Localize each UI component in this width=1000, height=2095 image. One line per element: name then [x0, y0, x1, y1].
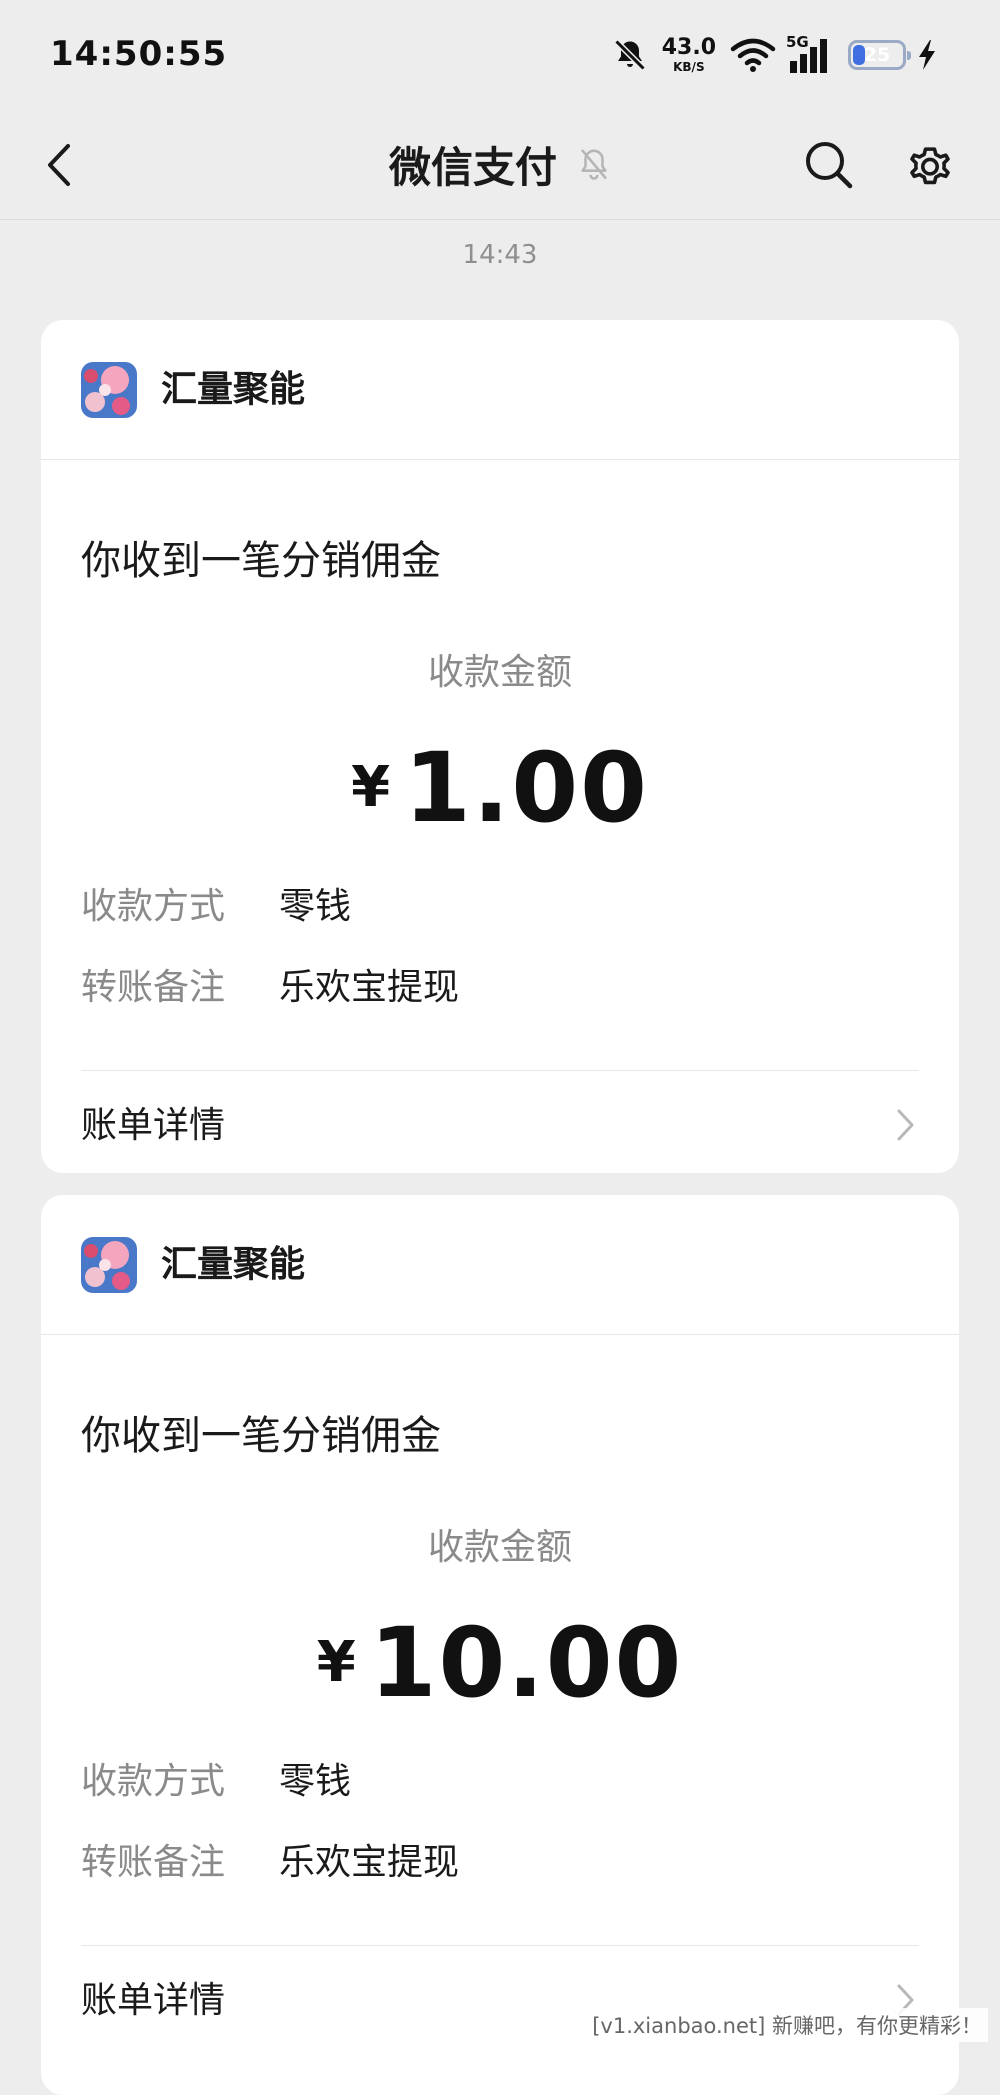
search-icon — [806, 142, 853, 189]
payment-notification-card[interactable]: 汇量聚能 你收到一笔分销佣金 收款金额 ¥ 10.00 收款方式 零钱 转账备注… — [41, 1195, 959, 2095]
network-speed-unit: KB/S — [673, 60, 705, 74]
notification-title: 你收到一笔分销佣金 — [81, 1413, 441, 1459]
amount: ¥ 10.00 — [41, 1615, 959, 1711]
back-button[interactable] — [34, 138, 84, 192]
transfer-note-value: 乐欢宝提现 — [279, 1842, 460, 1883]
bill-details-link[interactable]: 账单详情 — [81, 1070, 919, 1173]
battery-tip — [907, 51, 911, 60]
payment-notification-card[interactable]: 汇量聚能 你收到一笔分销佣金 收款金额 ¥ 1.00 收款方式 零钱 转账备注 … — [41, 320, 959, 1173]
amount-label: 收款金额 — [427, 652, 572, 693]
card-header[interactable]: 汇量聚能 — [41, 1195, 959, 1335]
payment-method-value: 零钱 — [279, 886, 352, 927]
battery-icon: 25 — [848, 40, 911, 70]
merchant-name: 汇量聚能 — [161, 1244, 306, 1285]
merchant-name: 汇量聚能 — [161, 369, 306, 410]
amount: ¥ 1.00 — [41, 740, 959, 836]
status-bar: 14:50:55 43.0 KB/S 5G 25 — [0, 0, 1000, 110]
merchant-avatar — [81, 1237, 137, 1293]
status-icons: 43.0 KB/S 5G 25 — [612, 30, 938, 80]
page-title: 微信支付 — [388, 143, 557, 192]
currency-symbol: ¥ — [316, 1630, 356, 1695]
gear-icon — [910, 147, 950, 185]
amount-value: 10.00 — [369, 1607, 684, 1719]
bill-details-label: 账单详情 — [81, 1105, 226, 1146]
payment-method-label: 收款方式 — [81, 886, 226, 927]
transfer-note-label: 转账备注 — [81, 1842, 226, 1883]
merchant-avatar — [81, 362, 137, 418]
amount-value: 1.00 — [404, 732, 649, 844]
amount-label: 收款金额 — [427, 1527, 572, 1568]
message-timestamp: 14:43 — [462, 240, 538, 270]
network-speed: 43.0 KB/S — [661, 35, 716, 74]
search-button[interactable] — [800, 136, 858, 194]
payment-method-label: 收款方式 — [81, 1761, 226, 1802]
chevron-right-icon — [897, 1109, 914, 1141]
signal-icon: 5G — [786, 33, 832, 75]
watermark: [v1.xianbao.net] 新赚吧，有你更精彩！ — [586, 2008, 988, 2042]
network-speed-value: 43.0 — [661, 35, 716, 60]
wifi-icon — [730, 37, 776, 73]
currency-symbol: ¥ — [351, 755, 391, 820]
card-header[interactable]: 汇量聚能 — [41, 320, 959, 460]
mute-bell-icon — [577, 146, 611, 184]
transfer-note-value: 乐欢宝提现 — [279, 967, 460, 1008]
settings-button[interactable] — [900, 136, 960, 196]
battery-level: 25 — [863, 44, 891, 66]
payment-method-value: 零钱 — [279, 1761, 352, 1802]
bill-details-label: 账单详情 — [81, 1980, 226, 2021]
notification-title: 你收到一笔分销佣金 — [81, 538, 441, 584]
do-not-disturb-icon — [612, 37, 648, 73]
nav-bar: 微信支付 — [0, 110, 1000, 220]
transfer-note-label: 转账备注 — [81, 967, 226, 1008]
status-time: 14:50:55 — [50, 34, 228, 74]
back-arrow-icon — [48, 144, 70, 186]
charging-bolt-icon — [916, 39, 938, 71]
